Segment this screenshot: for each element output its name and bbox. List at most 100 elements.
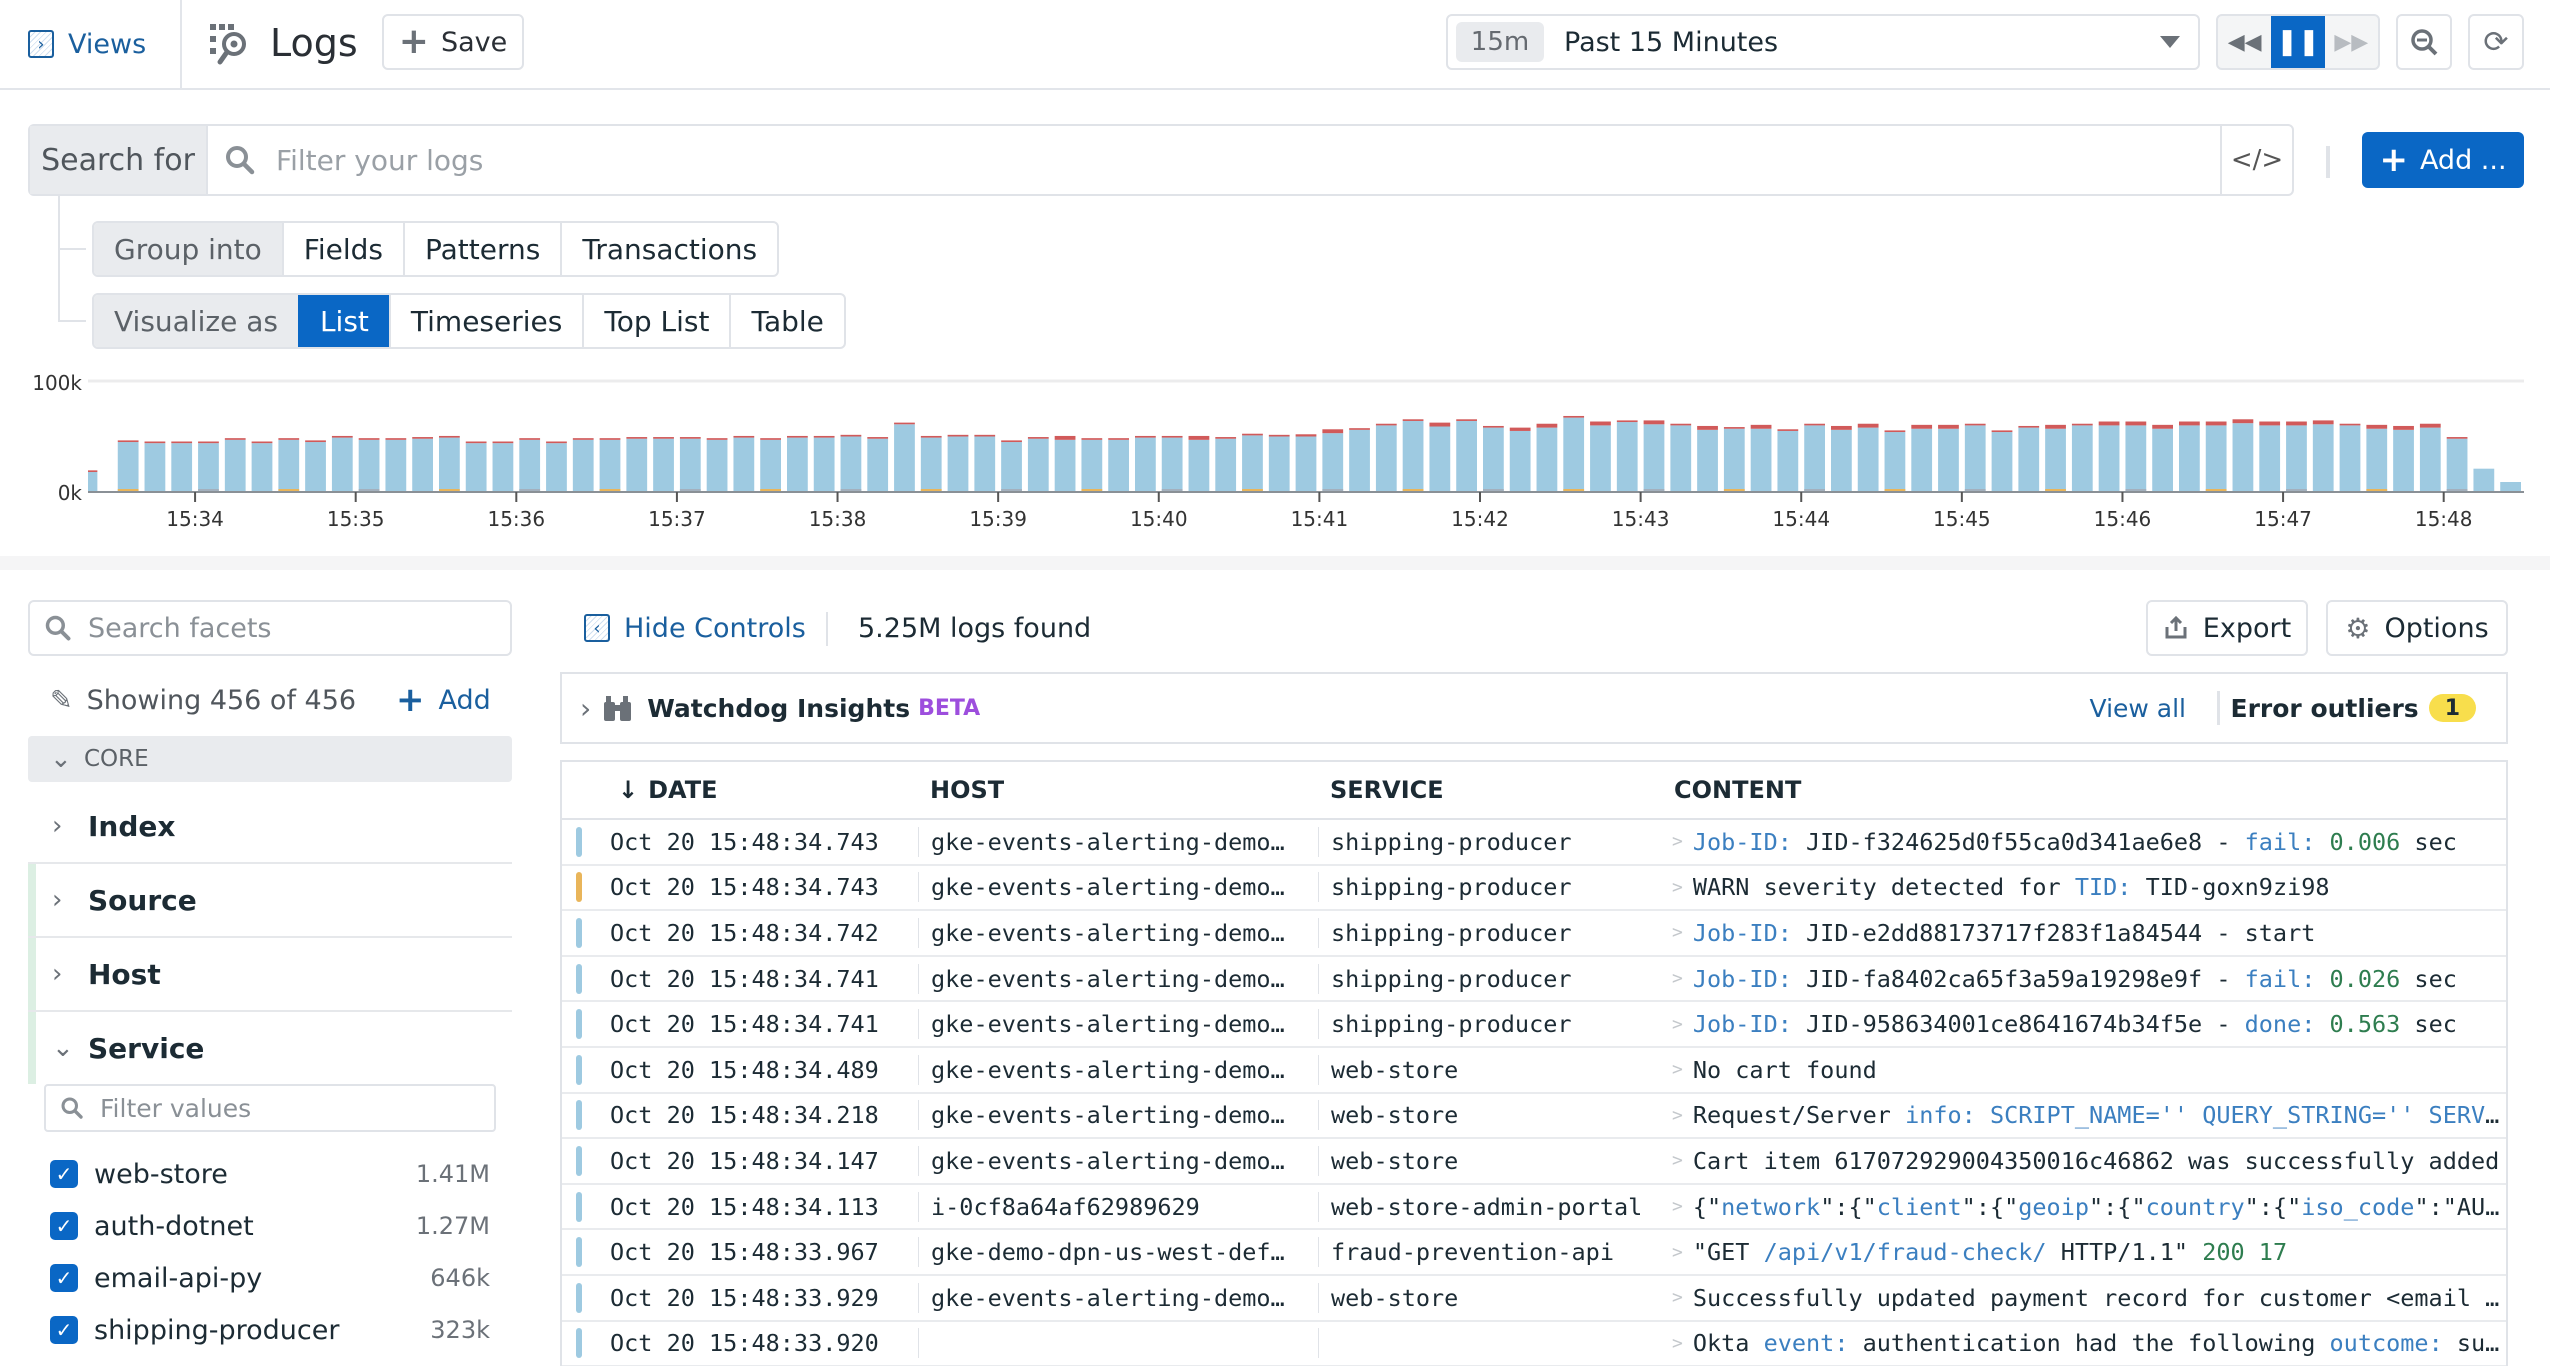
- bar-error[interactable]: [2339, 423, 2361, 426]
- bar-error[interactable]: [1964, 423, 1986, 426]
- bar-error[interactable]: [224, 438, 246, 440]
- bar-error[interactable]: [1161, 435, 1183, 438]
- bar-info[interactable]: [1590, 425, 1611, 492]
- bar-info[interactable]: [1322, 433, 1344, 492]
- bar-info[interactable]: [2419, 427, 2441, 492]
- bar-error[interactable]: [2419, 423, 2441, 428]
- bar-error[interactable]: [787, 435, 808, 438]
- bar-info[interactable]: [1643, 424, 1665, 492]
- bar-error[interactable]: [1295, 434, 1317, 437]
- zoom-out-button[interactable]: [2396, 14, 2452, 70]
- bar-error[interactable]: [2312, 420, 2334, 425]
- table-row[interactable]: Oct 20 15:48:34.218 gke-events-alerting-d…: [562, 1094, 2506, 1140]
- bar-info[interactable]: [251, 443, 273, 492]
- export-button[interactable]: Export: [2146, 600, 2308, 656]
- views-button[interactable]: › Views: [28, 22, 146, 66]
- bar-info[interactable]: [144, 443, 166, 492]
- service-filter-input[interactable]: [100, 1093, 494, 1123]
- bar-info[interactable]: [1295, 436, 1317, 493]
- bar-error[interactable]: [88, 470, 98, 473]
- bar-error[interactable]: [1509, 427, 1531, 431]
- search-input[interactable]: [276, 143, 2220, 177]
- bar-info[interactable]: [653, 438, 674, 492]
- bar-error[interactable]: [2152, 424, 2173, 429]
- table-row[interactable]: Oct 20 15:48:34.113 i-0cf8a64af62989629 we…: [562, 1185, 2506, 1231]
- pencil-icon[interactable]: ✎: [50, 685, 73, 716]
- visualize-table[interactable]: Table: [729, 295, 843, 347]
- column-header-date[interactable]: ↓ DATE: [562, 776, 918, 804]
- bar-info[interactable]: [1991, 432, 2013, 492]
- chevron-right-icon[interactable]: ›: [580, 692, 591, 725]
- column-header-content[interactable]: CONTENT: [1662, 776, 1801, 804]
- bar-info[interactable]: [947, 436, 969, 493]
- bar-error[interactable]: [1483, 425, 1504, 428]
- bar-info[interactable]: [2259, 425, 2281, 492]
- bar-info[interactable]: [760, 439, 781, 492]
- bar-info[interactable]: [1242, 435, 1263, 492]
- bar-info[interactable]: [2232, 423, 2254, 492]
- bar-info[interactable]: [2446, 438, 2468, 492]
- bar-error[interactable]: [305, 440, 326, 443]
- bar-info[interactable]: [2500, 482, 2521, 492]
- bar-error[interactable]: [1991, 430, 2013, 433]
- bar-error[interactable]: [1697, 425, 1718, 430]
- table-row[interactable]: Oct 20 15:48:34.743 gke-events-alerting-d…: [562, 820, 2506, 866]
- bar-error[interactable]: [679, 437, 701, 439]
- bar-info[interactable]: [171, 443, 193, 492]
- bar-info[interactable]: [1429, 426, 1451, 492]
- bar-error[interactable]: [760, 438, 781, 440]
- bar-info[interactable]: [519, 439, 541, 492]
- bar-info[interactable]: [1483, 427, 1504, 492]
- bar-info[interactable]: [974, 436, 996, 493]
- bar-info[interactable]: [1375, 425, 1397, 492]
- bar-info[interactable]: [1188, 439, 1210, 492]
- bar-error[interactable]: [331, 435, 353, 438]
- bar-error[interactable]: [1643, 420, 1665, 425]
- table-row[interactable]: Oct 20 15:48:34.743 gke-events-alerting-d…: [562, 866, 2506, 912]
- bar-info[interactable]: [2071, 425, 2093, 492]
- service-value-item[interactable]: ✓ email-api-py 646k: [50, 1256, 490, 1300]
- bar-error[interactable]: [2018, 425, 2040, 428]
- bar-error[interactable]: [599, 438, 621, 440]
- facet-group-service[interactable]: ⌄ Service: [28, 1012, 512, 1084]
- bar-info[interactable]: [385, 439, 407, 492]
- bar-info[interactable]: [1964, 425, 1986, 492]
- bar-error[interactable]: [1081, 438, 1103, 440]
- bar-info[interactable]: [1054, 439, 1076, 492]
- bar-error[interactable]: [1563, 415, 1585, 418]
- bar-error[interactable]: [2179, 421, 2200, 426]
- bar-info[interactable]: [1402, 420, 1424, 492]
- bar-error[interactable]: [1108, 438, 1129, 440]
- bar-error[interactable]: [1054, 435, 1076, 440]
- bar-error[interactable]: [1911, 424, 1933, 429]
- service-value-item[interactable]: ✓ auth-dotnet 1.27M: [50, 1204, 490, 1248]
- bar-info[interactable]: [920, 437, 942, 492]
- bar-error[interactable]: [1536, 423, 1558, 428]
- bar-error[interactable]: [1135, 435, 1156, 438]
- bar-info[interactable]: [439, 437, 460, 492]
- bar-error[interactable]: [1001, 440, 1022, 443]
- bar-error[interactable]: [2393, 425, 2414, 430]
- bar-info[interactable]: [1456, 420, 1477, 492]
- options-button[interactable]: ⚙ Options: [2326, 600, 2508, 656]
- bar-error[interactable]: [894, 422, 915, 425]
- bar-error[interactable]: [1804, 423, 1825, 426]
- checkbox-checked[interactable]: ✓: [50, 1316, 78, 1344]
- bar-error[interactable]: [412, 437, 433, 439]
- bar-error[interactable]: [2071, 423, 2093, 426]
- bar-error[interactable]: [706, 438, 728, 440]
- checkbox-checked[interactable]: ✓: [50, 1160, 78, 1188]
- bar-error[interactable]: [1884, 430, 1906, 433]
- bar-info[interactable]: [465, 443, 487, 492]
- bar-info[interactable]: [2045, 428, 2066, 492]
- bar-error[interactable]: [2125, 421, 2147, 426]
- bar-error[interactable]: [920, 435, 942, 438]
- bar-error[interactable]: [1242, 433, 1263, 436]
- bar-info[interactable]: [1135, 437, 1156, 492]
- visualize-top-list[interactable]: Top List: [582, 295, 729, 347]
- bar-error[interactable]: [1027, 437, 1049, 439]
- table-row[interactable]: Oct 20 15:48:34.741 gke-events-alerting-d…: [562, 1002, 2506, 1048]
- bar-error[interactable]: [198, 441, 219, 444]
- bar-info[interactable]: [2179, 425, 2200, 492]
- bar-info[interactable]: [305, 442, 326, 492]
